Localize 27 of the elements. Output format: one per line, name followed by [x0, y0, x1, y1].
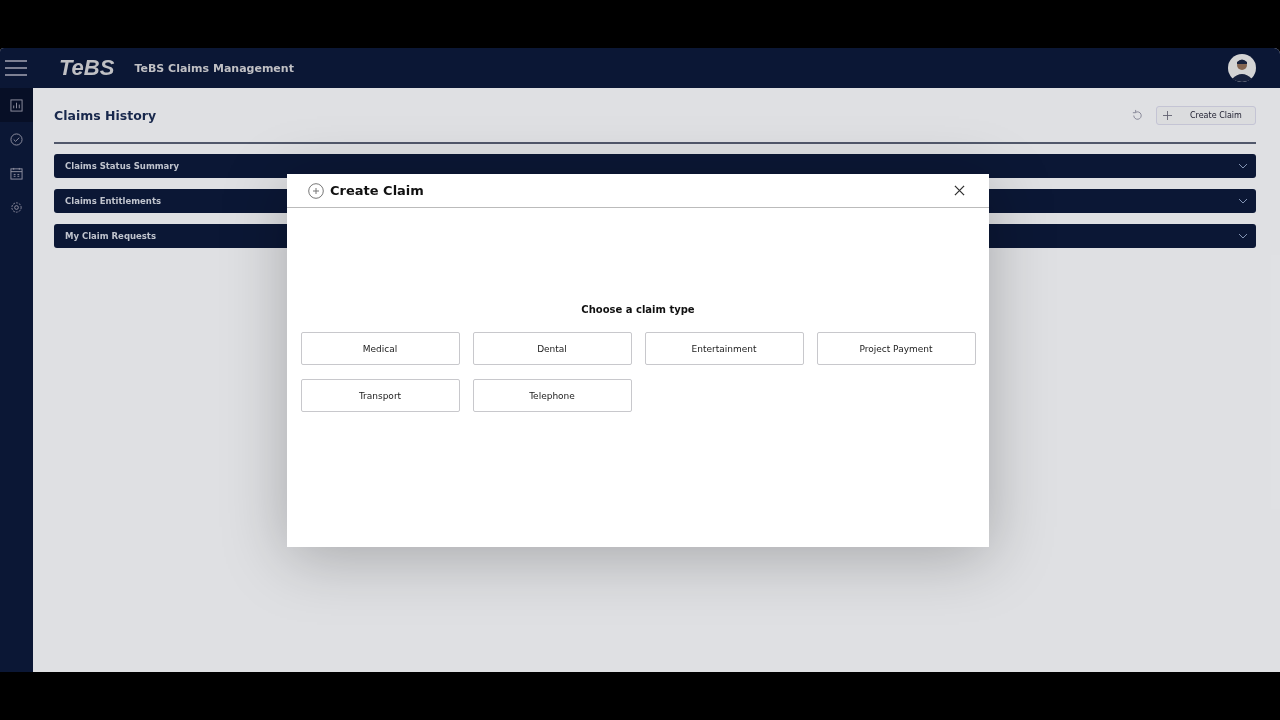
chevron-icon	[1238, 198, 1248, 204]
claim-type-button[interactable]: Entertainment	[644, 332, 804, 365]
check-icon	[10, 132, 23, 146]
dialog-title: Create Claim	[330, 183, 424, 198]
prompt-text: Choose a claim type	[581, 304, 695, 315]
claim-type-button[interactable]: Dental	[472, 332, 632, 365]
menu-icon[interactable]	[5, 60, 27, 76]
claim-type-button[interactable]: Telephone	[472, 379, 632, 412]
plus-circle-icon	[308, 182, 324, 199]
plus-icon	[1163, 110, 1172, 120]
app-title: TeBS Claims Management	[134, 61, 294, 75]
calendar-icon	[10, 166, 23, 180]
settings-icon	[10, 200, 23, 214]
create-claim-button[interactable]: Create Claim	[1156, 105, 1256, 125]
refresh-icon[interactable]	[1131, 108, 1144, 122]
logo: TeBS	[59, 55, 115, 81]
chevron-icon	[1238, 233, 1248, 239]
sidebar-item[interactable]	[0, 88, 33, 122]
accordion-header[interactable]: Claims Status Summary	[54, 154, 1256, 178]
claim-type-button[interactable]: Project Payment	[816, 332, 976, 365]
chart-icon	[10, 98, 23, 112]
avatar-icon[interactable]	[1228, 54, 1256, 82]
close-icon[interactable]	[954, 185, 965, 196]
claim-type-button[interactable]: Transport	[300, 379, 460, 412]
page-title: Claims History	[54, 107, 157, 123]
claim-type-button[interactable]: Medical	[300, 332, 460, 365]
chevron-icon	[1238, 163, 1248, 169]
